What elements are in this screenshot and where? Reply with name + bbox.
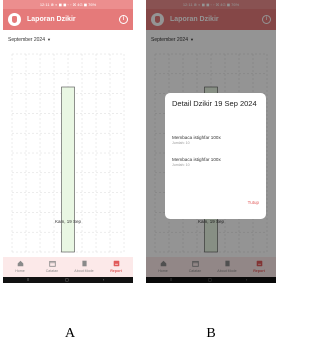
month-selector[interactable]: September 2024 ▼ — [8, 35, 51, 45]
caption-a: A — [64, 326, 76, 341]
screen-a: 12:11 ⊗ ◐ ◼ ◼ ◦ ◦ ☒ 4G ◼ 76% Laporan Dzi… — [3, 0, 133, 283]
detail-dialog: Detail Dzikir 19 Sep 2024 Membaca istigh… — [165, 93, 266, 219]
dialog-item-count: Jumlah: 10 — [172, 141, 190, 145]
dzikir-chart — [11, 52, 125, 258]
nav-item-about-mode[interactable]: About Mode — [68, 257, 100, 277]
nav-item-home[interactable]: Home — [4, 257, 36, 277]
chevron-down-icon: ▼ — [46, 37, 51, 42]
month-label: September 2024 — [8, 37, 45, 43]
dialog-item-text: Membaca istighfar 100x — [172, 157, 221, 162]
chart-svg — [11, 53, 125, 253]
dialog-item-count: Jumlah: 10 — [172, 163, 190, 167]
home-icon — [17, 260, 23, 267]
info-icon[interactable]: i — [119, 15, 128, 24]
home-button-icon[interactable]: ▢ — [65, 278, 69, 282]
app-title: Laporan Dzikir — [27, 16, 76, 23]
chart-x-tick-label: Kam, 19 Sep — [54, 219, 81, 224]
nav-item-report[interactable]: Report — [100, 257, 132, 277]
nav-label: Home — [15, 269, 25, 273]
calendar-icon — [48, 260, 56, 267]
report-icon — [113, 260, 119, 267]
dialog-list-item: Membaca istighfar 100x Jumlah: 10 — [172, 157, 264, 167]
dialog-close-button[interactable]: Tutup — [248, 200, 259, 205]
app-logo-icon — [8, 13, 21, 26]
nav-label: About Mode — [74, 269, 94, 273]
chart-bar[interactable] — [61, 86, 75, 253]
nav-label: Catatan — [45, 269, 59, 273]
dialog-title: Detail Dzikir 19 Sep 2024 — [172, 99, 257, 108]
dialog-item-text: Membaca istighfar 100x — [172, 135, 221, 140]
caption-b: B — [206, 326, 216, 341]
bottom-nav: Home Catatan About Mode Report — [3, 257, 133, 277]
system-nav-bar: ≡ ▢ ‹ — [3, 277, 133, 283]
nav-label: Report — [110, 269, 122, 273]
screen-b: 12:11 ⊗ ◐ ◼ ◼ ◦ ◦ ☒ 4G ◼ 76% Laporan Dzi… — [146, 0, 276, 283]
app-bar: Laporan Dzikir i — [3, 9, 133, 30]
dialog-list-item: Membaca istighfar 100x Jumlah: 10 — [172, 135, 264, 145]
status-bar: 12:11 ⊗ ◐ ◼ ◼ ◦ ◦ ☒ 4G ◼ 76% — [3, 0, 133, 9]
nav-item-catatan[interactable]: Catatan — [36, 257, 68, 277]
book-icon — [81, 260, 87, 267]
recent-apps-icon[interactable]: ≡ — [27, 278, 29, 282]
back-icon[interactable]: ‹ — [103, 278, 104, 282]
